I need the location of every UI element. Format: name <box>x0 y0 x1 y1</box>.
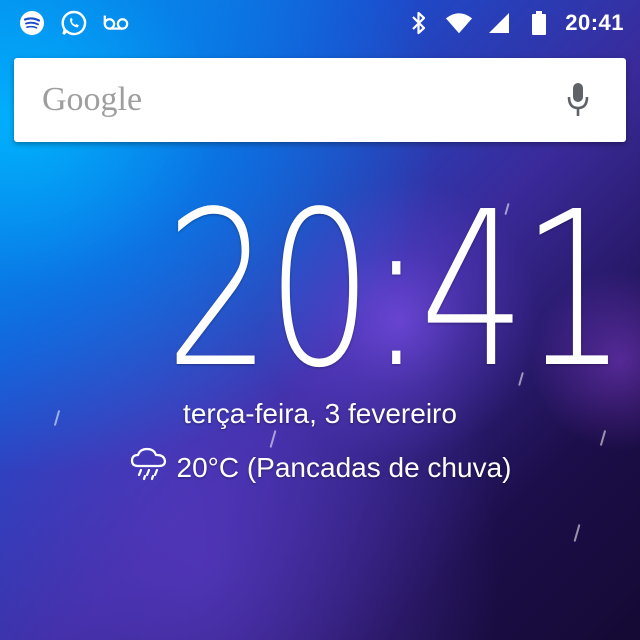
battery-icon <box>525 9 553 37</box>
spotify-icon <box>18 9 46 37</box>
notification-icons <box>0 9 130 37</box>
rain-streak <box>599 430 607 446</box>
wifi-icon <box>445 9 473 37</box>
google-logo: Google <box>42 81 143 118</box>
whatsapp-icon <box>60 9 88 37</box>
mic-icon[interactable] <box>564 80 592 120</box>
bluetooth-icon <box>405 9 433 37</box>
weather-text: 20°C (Pancadas de chuva) <box>176 451 512 483</box>
weather-row[interactable]: 20°C (Pancadas de chuva) <box>0 446 640 489</box>
clock-time[interactable]: 20:41 <box>165 184 627 398</box>
rain-streak <box>573 524 581 542</box>
google-search-bar[interactable]: Google <box>14 58 626 142</box>
clock-date: terça-feira, 3 fevereiro <box>183 398 457 429</box>
status-bar: 20:41 <box>0 0 640 46</box>
voicemail-icon <box>102 9 130 37</box>
rain-cloud-icon <box>129 446 169 489</box>
signal-icon <box>485 9 513 37</box>
system-icons: 20:41 <box>405 9 640 37</box>
status-bar-time: 20:41 <box>565 10 624 35</box>
